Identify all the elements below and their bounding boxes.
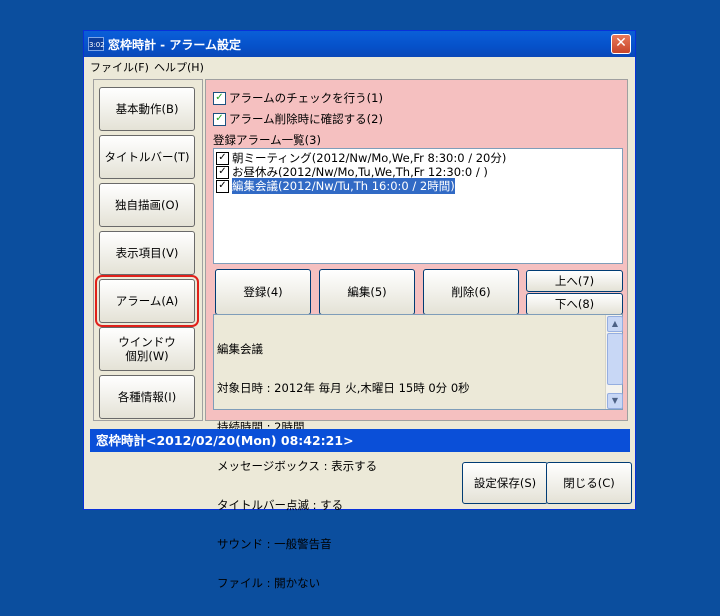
alarm-item-text: 編集会議(2012/Nw/Tu,Th 16:0:0 / 2時間)	[232, 178, 455, 194]
window-individual-label-line2: 個別(W)	[125, 349, 169, 363]
menu-help[interactable]: ヘルプ(H)	[154, 59, 204, 75]
detail-line: 編集会議	[217, 342, 263, 356]
window-title: 窓枠時計 - アラーム設定	[108, 38, 241, 52]
clock-app-icon: 3:02	[88, 37, 105, 51]
clock-status-bar: 窓枠時計<2012/02/20(Mon) 08:42:21>	[90, 429, 630, 452]
alarm-detail-box[interactable]: 編集会議 対象日時 : 2012年 毎月 火,木曜日 15時 0分 0秒 持続時…	[213, 314, 623, 590]
detail-line: ファイル : 開かない	[217, 576, 321, 590]
check-alarm-option[interactable]: ✓ アラームのチェックを行う(1)	[213, 90, 383, 106]
alarm-item-checkbox[interactable]: ✓	[216, 179, 229, 193]
alarm-list-item[interactable]: ✓ お昼休み(2012/Nw/Mo,Tu,We,Th,Fr 12:30:0 / …	[216, 165, 488, 179]
settings-category-sidebar: 基本動作(B) タイトルバー(T) 独自描画(O) 表示項目(V) アラーム(A…	[93, 79, 203, 421]
menu-file[interactable]: ファイル(F)	[90, 59, 149, 75]
move-down-button[interactable]: 下へ(8)	[526, 293, 623, 315]
alarm-list-label: 登録アラーム一覧(3)	[213, 133, 321, 147]
confirm-delete-checkbox[interactable]: ✓	[213, 112, 226, 126]
alarm-detail-text: 編集会議 対象日時 : 2012年 毎月 火,木曜日 15時 0分 0秒 持続時…	[217, 317, 470, 616]
scroll-down-arrow-icon[interactable]: ▼	[607, 393, 623, 409]
window-individual-label-line1: ウインドウ	[118, 335, 176, 349]
edit-button[interactable]: 編集(5)	[319, 269, 415, 315]
move-up-button[interactable]: 上へ(7)	[526, 270, 623, 292]
check-alarm-checkbox[interactable]: ✓	[213, 91, 226, 105]
scroll-thumb[interactable]	[607, 333, 623, 385]
detail-line: メッセージボックス : 表示する	[217, 459, 378, 473]
check-alarm-label: アラームのチェックを行う(1)	[229, 91, 383, 105]
scroll-up-arrow-icon[interactable]: ▲	[607, 316, 623, 332]
various-info-button[interactable]: 各種情報(I)	[99, 375, 195, 419]
detail-line: 対象日時 : 2012年 毎月 火,木曜日 15時 0分 0秒	[217, 381, 470, 395]
alarm-item-checkbox[interactable]: ✓	[216, 151, 229, 165]
alarm-button[interactable]: アラーム(A)	[95, 275, 199, 327]
custom-draw-button[interactable]: 独自描画(O)	[99, 183, 195, 227]
alarm-list[interactable]: ✓ 朝ミーティング(2012/Nw/Mo,We,Fr 8:30:0 / 20分)…	[213, 148, 623, 264]
menu-bar: ファイル(F) ヘルプ(H)	[84, 57, 635, 75]
register-button[interactable]: 登録(4)	[215, 269, 311, 315]
save-settings-button[interactable]: 設定保存(S)	[462, 462, 548, 504]
alarm-list-item[interactable]: ✓ 朝ミーティング(2012/Nw/Mo,We,Fr 8:30:0 / 20分)	[216, 151, 506, 165]
detail-line: タイトルバー点滅 : する	[217, 498, 344, 512]
close-button[interactable]: 閉じる(C)	[546, 462, 632, 504]
delete-button[interactable]: 削除(6)	[423, 269, 519, 315]
basic-behavior-button[interactable]: 基本動作(B)	[99, 87, 195, 131]
alarm-list-item[interactable]: ✓ 編集会議(2012/Nw/Tu,Th 16:0:0 / 2時間)	[216, 178, 455, 194]
alarm-settings-panel: ✓ アラームのチェックを行う(1) ✓ アラーム削除時に確認する(2) 登録アラ…	[205, 79, 628, 590]
confirm-delete-option[interactable]: ✓ アラーム削除時に確認する(2)	[213, 111, 383, 127]
alarm-item-checkbox[interactable]: ✓	[216, 165, 229, 179]
titlebar-button[interactable]: タイトルバー(T)	[99, 135, 195, 179]
alarm-settings-window: 3:02 窓枠時計 - アラーム設定 ✕ ファイル(F) ヘルプ(H) 基本動作…	[83, 30, 636, 590]
title-bar[interactable]: 3:02 窓枠時計 - アラーム設定 ✕	[84, 31, 635, 57]
detail-scrollbar[interactable]: ▲ ▼	[605, 315, 623, 409]
window-individual-button[interactable]: ウインドウ 個別(W)	[99, 327, 195, 371]
display-items-button[interactable]: 表示項目(V)	[99, 231, 195, 275]
close-icon[interactable]: ✕	[611, 34, 631, 54]
confirm-delete-label: アラーム削除時に確認する(2)	[229, 112, 383, 126]
